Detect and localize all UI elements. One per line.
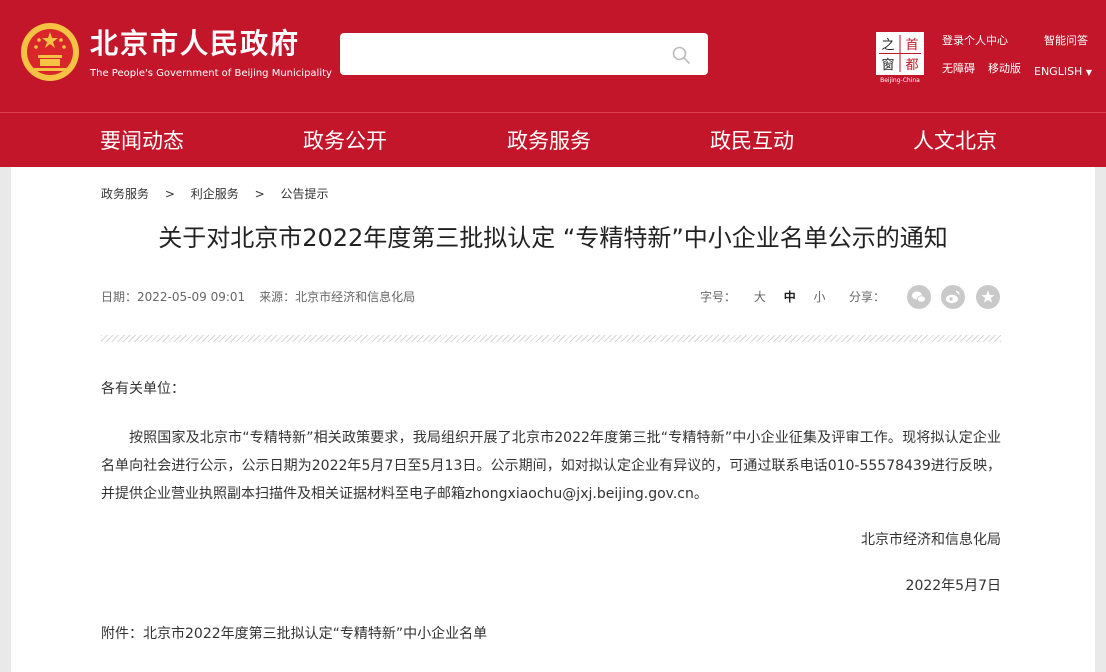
signature: 北京市经济和信息化局: [861, 532, 1001, 548]
smart-qa-link[interactable]: 智能问答: [1044, 34, 1088, 48]
article-body: 按照国家及北京市“专精特新”相关政策要求，我局组织开展了北京市2022年度第三批…: [101, 430, 1001, 502]
main-nav: 要闻动态 政务公开 政务服务 政民互动 人文北京: [0, 112, 1106, 167]
source-label: 来源：: [259, 290, 296, 304]
attachment-link[interactable]: 北京市2022年度第三批拟认定“专精特新”中小企业名单: [143, 626, 487, 642]
capital-window-badge[interactable]: 之 首 窗 都 Beijing-China: [876, 32, 924, 84]
english-dropdown[interactable]: ENGLISH ▼: [1034, 65, 1092, 80]
article-container: 政务服务 > 利企服务 > 公告提示 关于对北京市2022年度第三批拟认定 “专…: [11, 167, 1095, 672]
font-size-large-button[interactable]: 大: [754, 290, 766, 304]
salutation: 各有关单位：: [101, 381, 185, 397]
svg-text:首: 首: [905, 38, 918, 53]
capital-window-logo-icon: 之 首 窗 都 Beijing-China: [876, 32, 924, 84]
breadcrumb-item[interactable]: 政务服务: [101, 187, 149, 201]
site-header: 北京市人民政府 The People's Government of Beiji…: [0, 0, 1106, 112]
breadcrumb-separator: >: [164, 187, 175, 201]
site-title[interactable]: 北京市人民政府: [90, 26, 300, 62]
publish-date: 2022-05-09 09:01: [137, 290, 246, 304]
wechat-icon[interactable]: [907, 285, 931, 309]
breadcrumb-item[interactable]: 利企服务: [191, 187, 239, 201]
sign-date: 2022年5月7日: [905, 578, 1001, 594]
attachment-label: 附件：: [101, 626, 143, 642]
login-link[interactable]: 登录个人中心: [942, 34, 1008, 48]
mobile-version-link[interactable]: 移动版: [988, 62, 1021, 76]
article-source: 北京市经济和信息化局: [295, 290, 416, 304]
weibo-icon[interactable]: [941, 285, 965, 309]
svg-text:都: 都: [905, 58, 918, 73]
search-input[interactable]: [340, 33, 708, 75]
star-icon[interactable]: [976, 285, 1000, 309]
nav-item-culture[interactable]: 人文北京: [913, 127, 997, 155]
search-icon[interactable]: [670, 44, 692, 66]
nav-item-services[interactable]: 政务服务: [507, 127, 591, 155]
date-label: 日期：: [101, 290, 138, 304]
svg-text:之: 之: [881, 38, 894, 53]
accessibility-link[interactable]: 无障碍: [942, 62, 975, 76]
svg-text:窗: 窗: [881, 57, 894, 73]
font-size-small-button[interactable]: 小: [814, 290, 826, 304]
font-size-label: 字号：: [700, 290, 737, 304]
national-emblem-icon[interactable]: [20, 22, 80, 82]
article-title: 关于对北京市2022年度第三批拟认定 “专精特新”中小企业名单公示的通知: [158, 224, 948, 252]
title-divider: [101, 335, 1001, 342]
breadcrumb-separator: >: [254, 187, 265, 201]
breadcrumb-item[interactable]: 公告提示: [280, 187, 328, 201]
nav-item-interaction[interactable]: 政民互动: [710, 127, 794, 155]
attachment: 附件：北京市2022年度第三批拟认定“专精特新”中小企业名单: [101, 624, 487, 644]
site-subtitle: The People's Government of Beijing Munic…: [90, 68, 332, 79]
caret-down-icon: ▼: [1085, 68, 1092, 77]
nav-item-news[interactable]: 要闻动态: [100, 127, 184, 155]
english-label: ENGLISH: [1034, 65, 1083, 78]
share-label: 分享：: [849, 290, 886, 304]
article-meta: 日期：2022-05-09 09:01 来源：北京市经济和信息化局: [101, 289, 415, 305]
nav-item-open-government[interactable]: 政务公开: [303, 127, 387, 155]
font-size-medium-button[interactable]: 中: [784, 290, 796, 304]
breadcrumb: 政务服务 > 利企服务 > 公告提示: [101, 186, 328, 202]
svg-text:Beijing-China: Beijing-China: [880, 77, 920, 84]
font-size-control: 字号： 大 中 小: [700, 289, 826, 305]
